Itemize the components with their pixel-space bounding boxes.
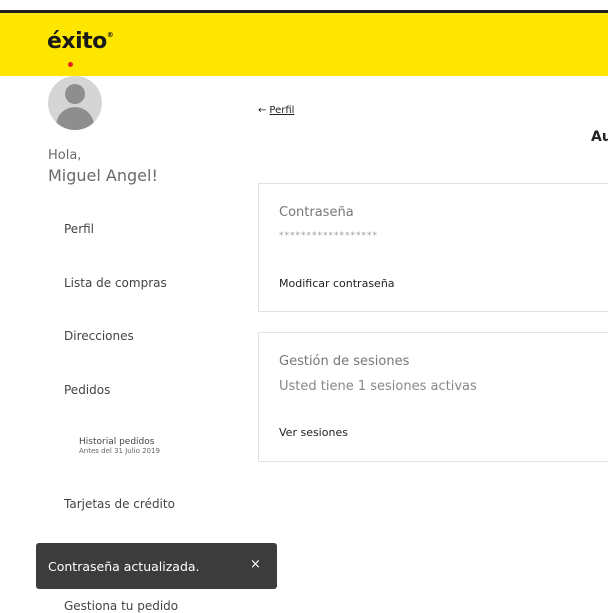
- back-arrow-icon: ←: [258, 105, 267, 116]
- password-masked-value: ******************: [279, 231, 378, 241]
- sidebar-item-direcciones[interactable]: Direcciones: [64, 329, 134, 343]
- sidebar-item-gestiona-tu-pedido[interactable]: Gestiona tu pedido: [64, 599, 178, 613]
- back-link-label: Perfil: [269, 105, 295, 116]
- page-title: Au: [591, 129, 608, 145]
- greeting: Hola,: [48, 148, 82, 163]
- user-name: Miguel Angel!: [48, 166, 158, 185]
- sidebar-item-historial-pedidos[interactable]: Historial pedidos Antes del 31 Julio 201…: [79, 437, 160, 456]
- sidebar-sub-label: Historial pedidos: [79, 437, 155, 447]
- password-card: Contraseña ****************** Modificar …: [258, 183, 608, 312]
- sidebar-item-tarjetas-de-credito[interactable]: Tarjetas de crédito: [64, 497, 175, 511]
- top-strip: [0, 0, 608, 13]
- modify-password-button[interactable]: Modificar contraseña: [279, 277, 395, 290]
- avatar-head-icon: [65, 84, 85, 104]
- toast-notification: Contraseña actualizada. ×: [36, 543, 277, 589]
- site-header: éxito®: [0, 13, 608, 76]
- logo-registered-mark: ®: [106, 31, 114, 39]
- sidebar-item-perfil[interactable]: Perfil: [64, 222, 94, 236]
- view-sessions-button[interactable]: Ver sesiones: [279, 426, 348, 439]
- sessions-card: Gestión de sesiones Usted tiene 1 sesion…: [258, 332, 608, 462]
- back-to-profile-link[interactable]: ← Perfil: [258, 105, 294, 116]
- close-icon[interactable]: ×: [250, 557, 261, 572]
- sidebar-item-lista-de-compras[interactable]: Lista de compras: [64, 276, 167, 290]
- sessions-label: Gestión de sesiones: [279, 354, 410, 369]
- exito-logo[interactable]: éxito®: [47, 29, 114, 67]
- avatar-body-icon: [56, 107, 94, 130]
- logo-dot-icon: [68, 62, 73, 67]
- avatar: [48, 76, 102, 130]
- sidebar-sub-note: Antes del 31 Julio 2019: [79, 447, 160, 455]
- sessions-status: Usted tiene 1 sesiones activas: [279, 379, 477, 394]
- sidebar-item-pedidos[interactable]: Pedidos: [64, 383, 110, 397]
- toast-message: Contraseña actualizada.: [48, 559, 200, 574]
- logo-text: éxito: [47, 29, 107, 54]
- password-label: Contraseña: [279, 205, 354, 220]
